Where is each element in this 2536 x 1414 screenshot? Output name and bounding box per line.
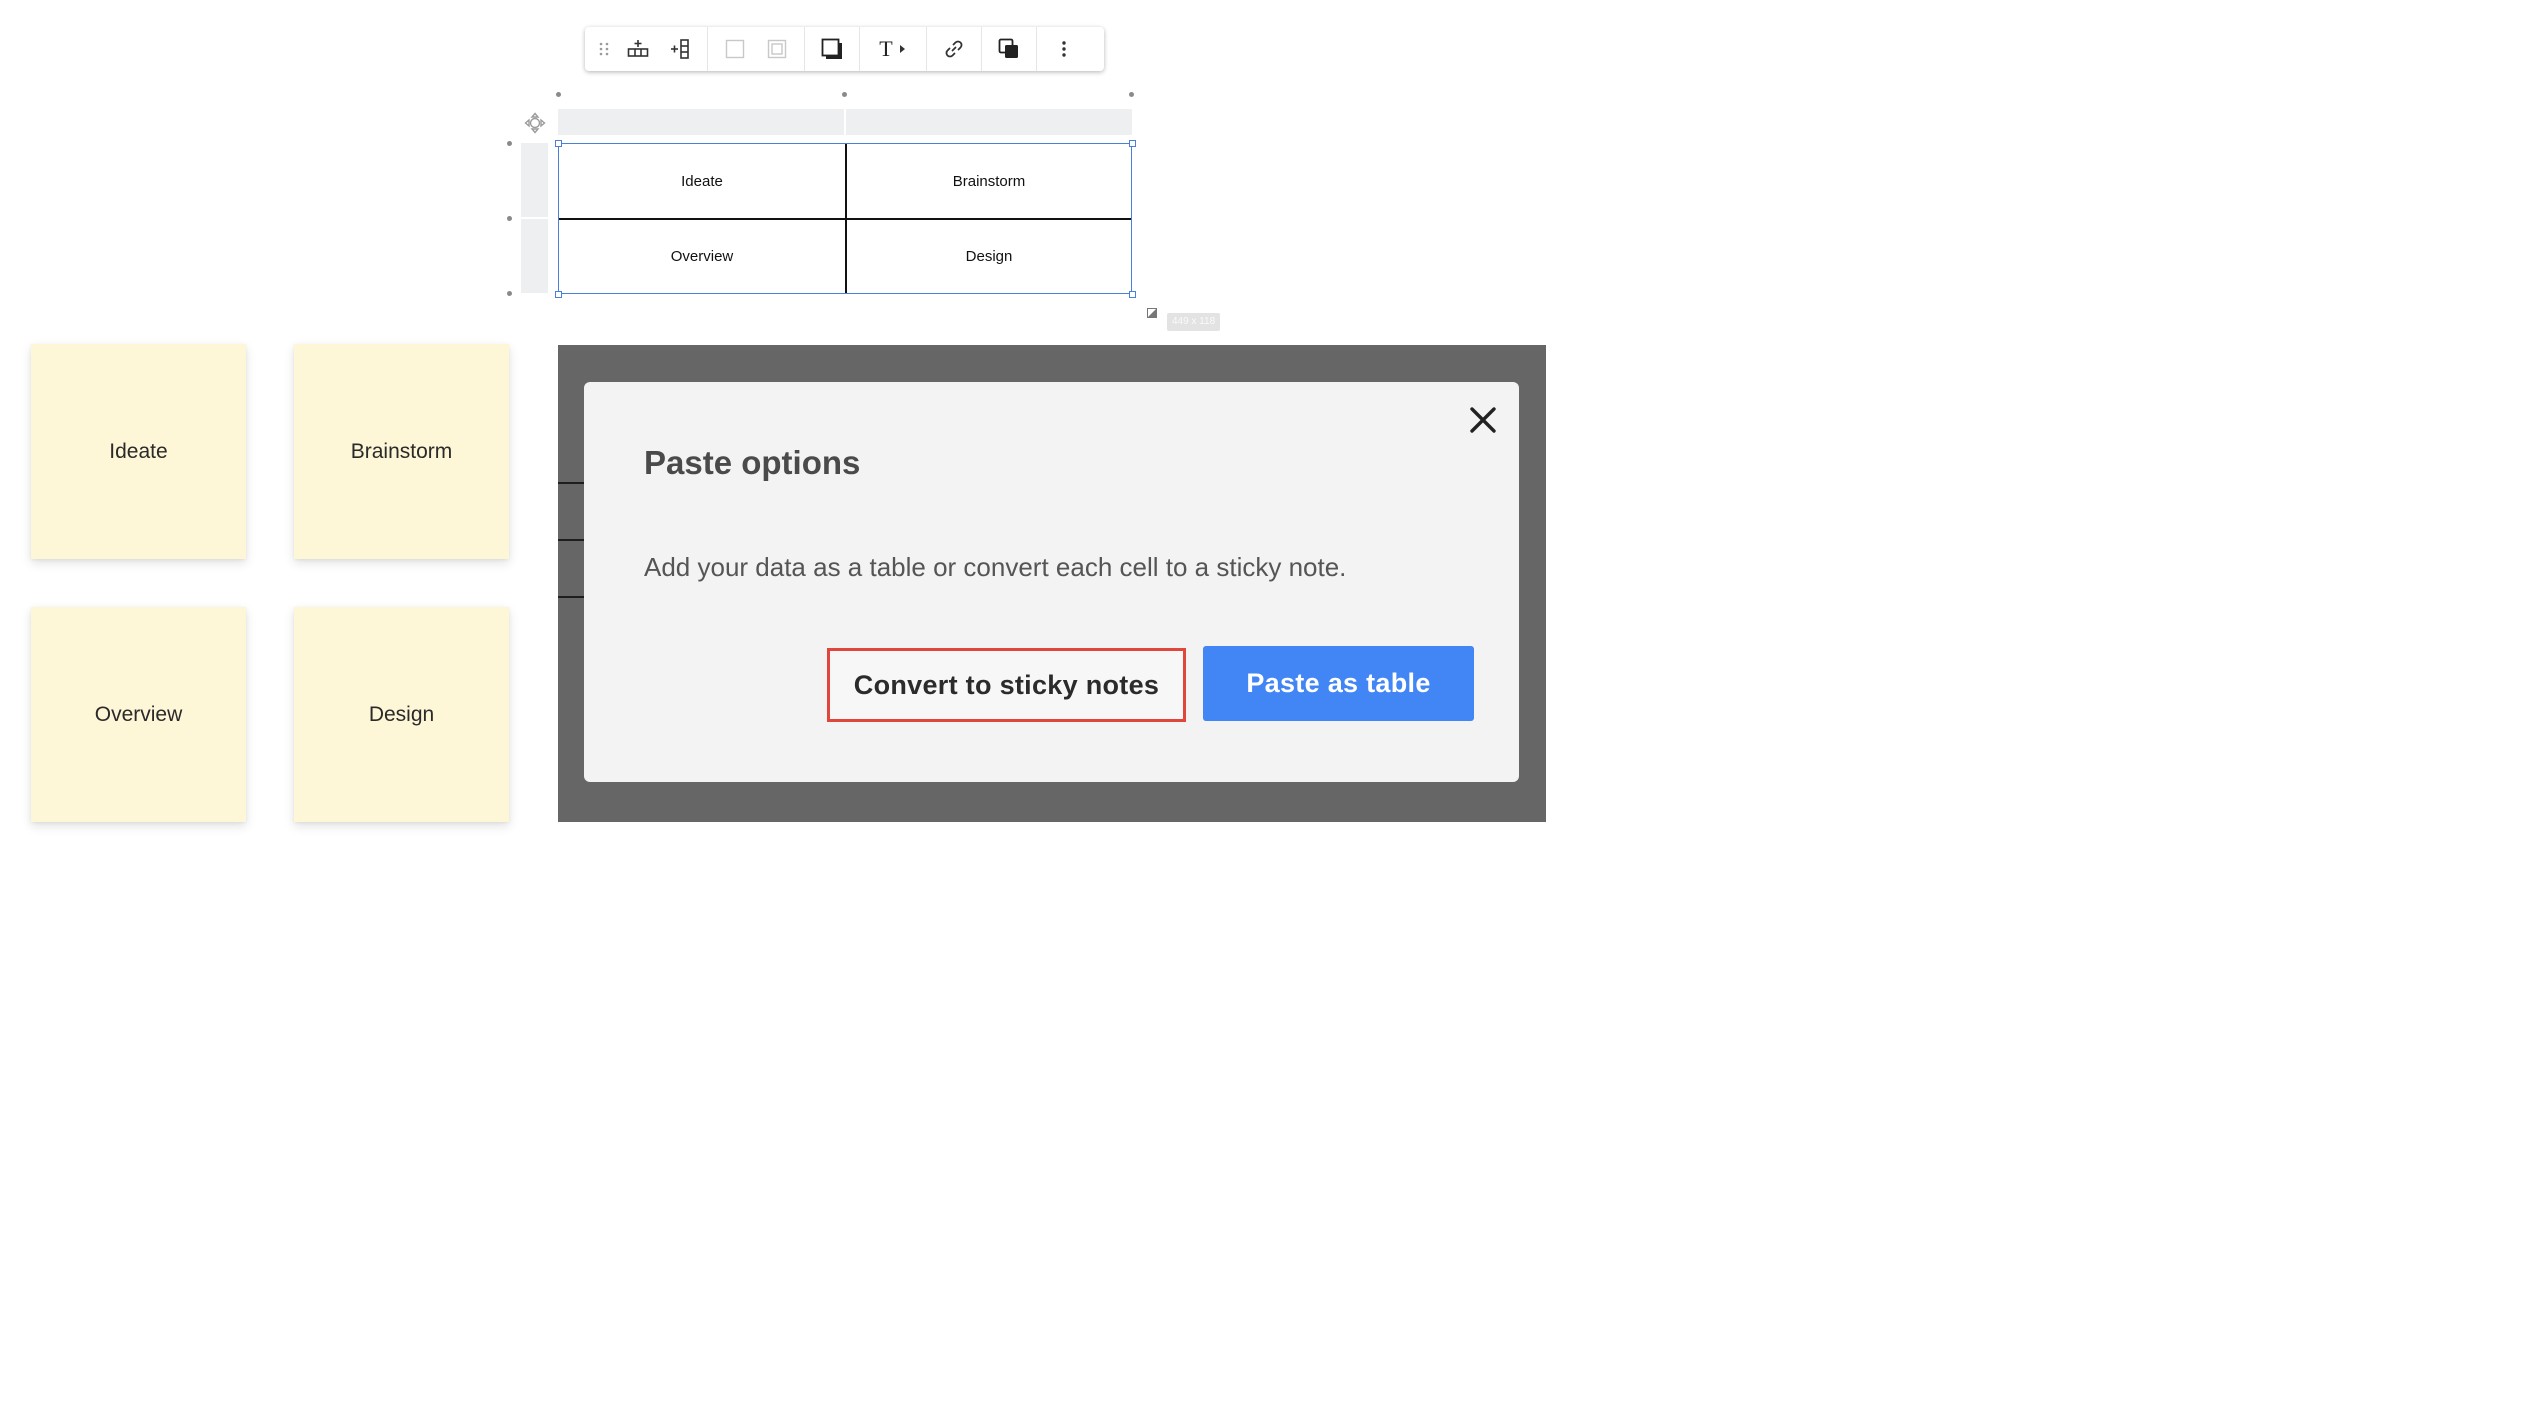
background-table-line <box>558 596 584 598</box>
border-style-icon[interactable] <box>756 27 798 71</box>
dialog-title: Paste options <box>644 444 861 481</box>
table-cell[interactable]: Brainstorm <box>847 144 1131 218</box>
text-style-icon[interactable]: T <box>866 27 920 71</box>
selection-handle[interactable] <box>555 291 562 298</box>
column-header[interactable] <box>558 109 844 135</box>
dialog-description: Add your data as a table or convert each… <box>644 552 1347 582</box>
sticky-note[interactable]: Design <box>294 607 509 822</box>
background-table-line <box>558 482 584 484</box>
resize-dot[interactable] <box>556 92 561 97</box>
row-header[interactable] <box>521 219 548 293</box>
selection-handle[interactable] <box>1129 140 1136 147</box>
table-cell[interactable]: Ideate <box>559 144 845 218</box>
close-icon[interactable] <box>1467 404 1499 436</box>
selection-handle[interactable] <box>555 140 562 147</box>
pasted-table[interactable]: Ideate Brainstorm Overview Design <box>558 143 1132 294</box>
caret-right-icon <box>899 45 905 53</box>
drag-handle-icon[interactable] <box>591 27 617 71</box>
sticky-note[interactable]: Brainstorm <box>294 344 509 559</box>
link-icon[interactable] <box>933 27 975 71</box>
shadow-icon[interactable] <box>811 27 853 71</box>
toolbar-group-structure <box>585 27 708 71</box>
sticky-note[interactable]: Overview <box>31 607 246 822</box>
sticky-note[interactable]: Ideate <box>31 344 246 559</box>
convert-to-sticky-notes-button[interactable]: Convert to sticky notes <box>827 648 1186 722</box>
toolbar-group-link <box>927 27 982 71</box>
selection-handle[interactable] <box>1129 291 1136 298</box>
resize-dot[interactable] <box>507 141 512 146</box>
cell-fill-icon[interactable] <box>714 27 756 71</box>
add-row-icon[interactable] <box>617 27 659 71</box>
row-header[interactable] <box>521 143 548 217</box>
toolbar-group-text: T <box>860 27 927 71</box>
move-icon[interactable] <box>524 112 546 134</box>
resize-dot[interactable] <box>507 291 512 296</box>
table-toolbar: T <box>585 27 1104 71</box>
toolbar-group-arrange <box>982 27 1037 71</box>
paste-options-dialog: Paste options Add your data as a table o… <box>584 382 1519 782</box>
more-options-icon[interactable] <box>1043 27 1085 71</box>
column-header[interactable] <box>846 109 1132 135</box>
table-cell[interactable]: Design <box>847 220 1131 293</box>
paste-as-table-button[interactable]: Paste as table <box>1203 646 1474 721</box>
toolbar-group-style <box>708 27 805 71</box>
toolbar-group-shadow <box>805 27 860 71</box>
toolbar-group-more <box>1037 27 1091 71</box>
table-cell[interactable]: Overview <box>559 220 845 293</box>
size-badge: 449 x 118 <box>1167 313 1221 331</box>
resize-corner-icon[interactable] <box>1147 308 1157 318</box>
resize-dot[interactable] <box>1129 92 1134 97</box>
layer-order-icon[interactable] <box>988 27 1030 71</box>
text-style-glyph: T <box>879 36 893 61</box>
resize-dot[interactable] <box>842 92 847 97</box>
add-column-icon[interactable] <box>659 27 701 71</box>
resize-dot[interactable] <box>507 216 512 221</box>
background-table-line <box>558 539 584 541</box>
